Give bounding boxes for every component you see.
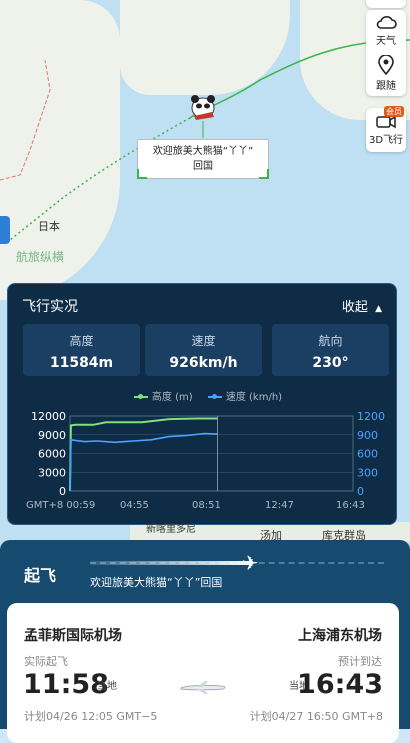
y-left-tick: 9000 (38, 429, 66, 442)
stat-value: 926km/h (169, 355, 238, 371)
weather-button[interactable]: 天气 跟随 (366, 10, 406, 96)
flight-status-sheet: 起飞 ✈ 欢迎旅美大熊猫“丫丫”回国 孟菲斯国际机场 上海浦东机场 实际起飞 预… (0, 540, 410, 743)
3d-flight-button[interactable]: 会员 3D飞行 (366, 106, 406, 152)
weather-label: 天气 (376, 36, 396, 47)
y-right-tick: 300 (357, 466, 378, 479)
x-tick: 04:55 (120, 500, 149, 511)
y-right-tick: 900 (357, 429, 378, 442)
x-tick: GMT+8 00:59 (26, 500, 95, 511)
callout-line1: 欢迎旅美大熊猫“丫丫” (152, 146, 254, 157)
cloud-icon (376, 16, 397, 29)
left-edge-tab[interactable] (0, 216, 10, 244)
route-remaining (9, 117, 191, 241)
callout-line2: 回国 (193, 161, 213, 172)
y-right-tick: 0 (357, 485, 364, 498)
panda-callout[interactable]: 欢迎旅美大熊猫“丫丫” 回国 (137, 139, 269, 179)
x-tick: 12:47 (265, 500, 294, 511)
legend-altitude-swatch (133, 394, 148, 399)
origin-airport: 孟菲斯国际机场 (24, 628, 122, 644)
arrival-time: 16:43 (297, 669, 383, 700)
map-label-japan: 日本 (38, 220, 60, 233)
progress-fill (90, 561, 252, 565)
destination-status: 预计到达 (338, 655, 382, 668)
legend-speed-swatch (207, 394, 222, 399)
legend-altitude-label: 高度 (m) (151, 392, 193, 403)
departure-local-tag: 当地 (97, 681, 117, 692)
plane-icon: ✈ (241, 551, 259, 575)
caret-up-icon: ▲ (375, 304, 382, 314)
legend-speed-label: 速度 (km/h) (225, 392, 283, 403)
x-tick: 16:43 (336, 500, 365, 511)
y-left-tick: 6000 (38, 448, 66, 461)
stat-speed: 速度 926km/h (145, 324, 262, 376)
stage-label: 起飞 (24, 566, 57, 585)
panel-title: 飞行实况 (22, 299, 78, 315)
destination-airport: 上海浦东机场 (298, 628, 382, 644)
departure-plan: 计划04/26 12:05 GMT−5 (24, 710, 158, 723)
member-badge: 会员 (384, 106, 404, 117)
arrival-plan: 计划04/27 16:50 GMT+8 (249, 710, 383, 723)
origin-status: 实际起飞 (24, 655, 68, 668)
panda-plane-icon[interactable] (186, 90, 220, 122)
follow-label: 跟随 (376, 81, 396, 92)
chart-legend: 高度 (m) 速度 (km/h) (8, 388, 396, 403)
collapse-button[interactable]: 收起 ▲ (342, 296, 382, 315)
map-label-tonga: 汤加 (260, 529, 282, 542)
stat-heading: 航向 230° (272, 324, 389, 376)
stat-value: 11584m (49, 355, 114, 371)
y-left-tick: 3000 (38, 466, 66, 479)
collapse-label: 收起 (341, 300, 368, 315)
progress-track: ✈ (90, 551, 384, 575)
location-pin-icon (378, 55, 394, 75)
y-right-tick: 600 (357, 448, 378, 461)
3d-flight-label: 3D飞行 (368, 134, 404, 146)
stat-key: 高度 (69, 334, 94, 348)
aircraft-icon (179, 679, 227, 699)
live-flight-panel: 飞行实况 收起 ▲ 高度 11584m 速度 926km/h 航向 230° 高… (7, 283, 397, 525)
flight-card[interactable]: 孟菲斯国际机场 上海浦东机场 实际起飞 预计到达 11:58 当地 当地 16:… (7, 603, 399, 743)
status-message: 欢迎旅美大熊猫“丫丫”回国 (90, 576, 223, 589)
y-left-tick: 12000 (31, 410, 66, 423)
stat-value: 230° (312, 355, 349, 371)
x-tick: 08:51 (192, 500, 221, 511)
series-line-altitude (69, 417, 218, 492)
border-line (0, 59, 51, 181)
stat-key: 速度 (191, 334, 216, 348)
brand-watermark: 航旅纵横 (16, 250, 65, 264)
map-label-island-a: 新喀里多尼 (146, 524, 196, 535)
y-left-tick: 0 (59, 485, 66, 498)
flight-chart: 12000900060003000012009006003000GMT+8 00… (26, 410, 385, 511)
y-right-tick: 1200 (357, 410, 385, 423)
stat-altitude: 高度 11584m (23, 324, 140, 376)
stat-key: 航向 (318, 334, 343, 348)
map-label-cook: 库克群岛 (322, 529, 366, 542)
series-line-speed (69, 432, 218, 492)
side-button-top-partial[interactable] (366, 0, 406, 8)
